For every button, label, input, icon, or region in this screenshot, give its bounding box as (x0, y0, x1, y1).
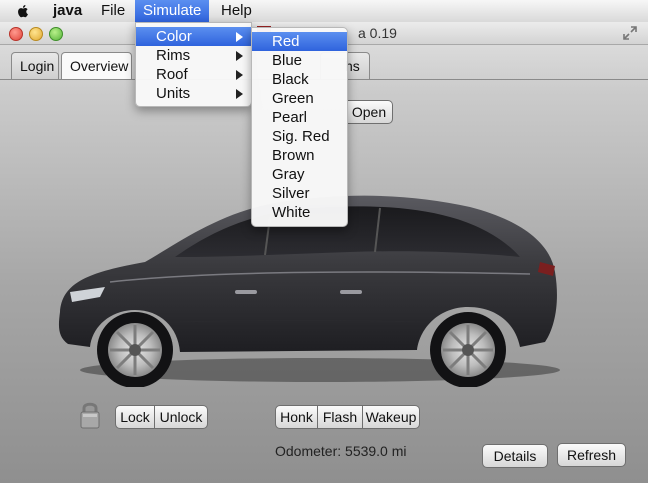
padlock-icon (80, 402, 100, 429)
wakeup-button[interactable]: Wakeup (363, 405, 420, 429)
color-option-silver[interactable]: Silver (252, 184, 347, 203)
honk-button[interactable]: Honk (275, 405, 318, 429)
refresh-button[interactable]: Refresh (557, 443, 626, 467)
simulate-menu: Color Rims Roof Units (135, 22, 252, 107)
menu-item-color[interactable]: Color (136, 27, 251, 46)
color-option-black[interactable]: Black (252, 70, 347, 89)
chevron-right-icon (236, 70, 243, 80)
menu-file[interactable]: File (93, 0, 133, 22)
chevron-right-icon (236, 51, 243, 61)
chevron-right-icon (236, 32, 243, 42)
zoom-window-button[interactable] (49, 27, 63, 41)
color-option-white[interactable]: White (252, 203, 347, 222)
color-option-brown[interactable]: Brown (252, 146, 347, 165)
menu-item-label: Roof (156, 66, 188, 83)
menu-item-label: Units (156, 85, 191, 102)
color-option-green[interactable]: Green (252, 89, 347, 108)
lock-button[interactable]: Lock (115, 405, 155, 429)
menu-item-roof[interactable]: Roof (136, 65, 251, 84)
details-button[interactable]: Details (482, 444, 548, 468)
flash-button[interactable]: Flash (318, 405, 363, 429)
window-title: a 0.19 (358, 25, 397, 41)
color-option-pearl[interactable]: Pearl (252, 108, 347, 127)
close-window-button[interactable] (9, 27, 23, 41)
menu-item-units[interactable]: Units (136, 84, 251, 103)
apple-icon[interactable] (14, 2, 32, 20)
open-button[interactable]: Open (346, 100, 393, 124)
tab-overview[interactable]: Overview (61, 52, 132, 79)
color-option-sig-red[interactable]: Sig. Red (252, 127, 347, 146)
fullscreen-icon[interactable] (622, 25, 638, 41)
menu-item-rims[interactable]: Rims (136, 46, 251, 65)
menu-item-label: Rims (156, 47, 191, 64)
chevron-right-icon (236, 89, 243, 99)
color-option-gray[interactable]: Gray (252, 165, 347, 184)
menu-simulate[interactable]: Simulate (135, 0, 210, 22)
color-submenu: Red Blue Black Green Pearl Sig. Red Brow… (251, 27, 348, 227)
color-option-blue[interactable]: Blue (252, 51, 347, 70)
menu-app-java[interactable]: java (45, 0, 90, 22)
tab-login[interactable]: Login (11, 52, 59, 79)
odometer-label: Odometer: 5539.0 mi (275, 443, 407, 459)
menubar: java File Simulate Help (0, 0, 648, 23)
minimize-window-button[interactable] (29, 27, 43, 41)
unlock-button[interactable]: Unlock (155, 405, 208, 429)
menu-help[interactable]: Help (213, 0, 260, 22)
color-option-red[interactable]: Red (252, 32, 347, 51)
menu-item-label: Color (156, 28, 192, 45)
